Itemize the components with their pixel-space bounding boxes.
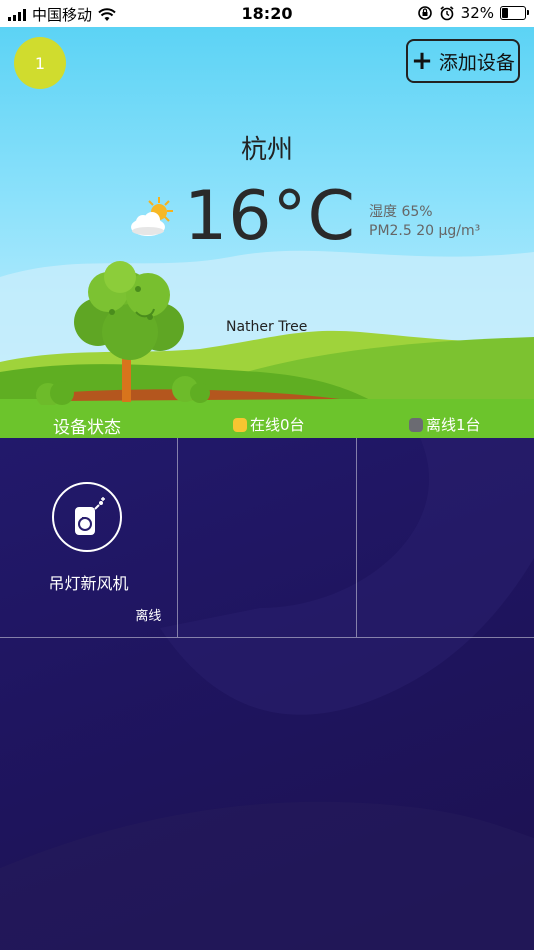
device-grid-panel: 吊灯新风机 离线 [0, 438, 534, 950]
user-avatar[interactable]: 1 [14, 37, 66, 89]
weather-panel: 1 + 添加设备 杭州 16°C 湿度 65% PM2.5 20 μg/m³ N… [0, 27, 534, 405]
system-status-bar: 中国移动 18:20 32% [0, 0, 534, 27]
online-label: 在线0台 [250, 416, 305, 434]
empty-device-slot [357, 438, 534, 637]
device-status-title: 设备状态 [53, 418, 121, 438]
status-icons: 32% [417, 4, 529, 22]
online-dot-icon [233, 417, 247, 432]
scene-label: Nather Tree [226, 319, 308, 335]
device-status-bar: 设备状态 在线0台 离线1台 [0, 405, 534, 438]
rotation-lock-icon [417, 6, 432, 20]
device-card[interactable]: 吊灯新风机 离线 [0, 438, 179, 637]
city-name: 杭州 [240, 135, 293, 165]
add-device-button[interactable]: + 添加设备 [406, 39, 520, 83]
air-metrics: 湿度 65% PM2.5 20 μg/m³ [369, 203, 480, 241]
battery-icon [500, 6, 529, 20]
device-grid: 吊灯新风机 离线 [0, 438, 534, 638]
empty-device-slot [178, 438, 357, 637]
offline-label: 离线1台 [426, 416, 481, 434]
alarm-icon [440, 6, 454, 21]
device-name: 吊灯新风机 [48, 574, 129, 593]
add-device-label: 添加设备 [438, 51, 515, 74]
battery-percent: 32% [460, 4, 494, 22]
pm25: PM2.5 20 μg/m³ [369, 223, 481, 239]
fresh-air-unit-icon [52, 482, 122, 552]
offline-dot-icon [409, 417, 423, 432]
device-status-label: 离线 [135, 609, 162, 624]
plus-icon: + [411, 46, 433, 76]
temperature: 16°C [184, 177, 357, 256]
partly-cloudy-icon [131, 197, 173, 236]
offline-count: 离线1台 [409, 414, 481, 435]
humidity: 湿度 65% [369, 204, 433, 220]
online-count: 在线0台 [233, 414, 305, 435]
